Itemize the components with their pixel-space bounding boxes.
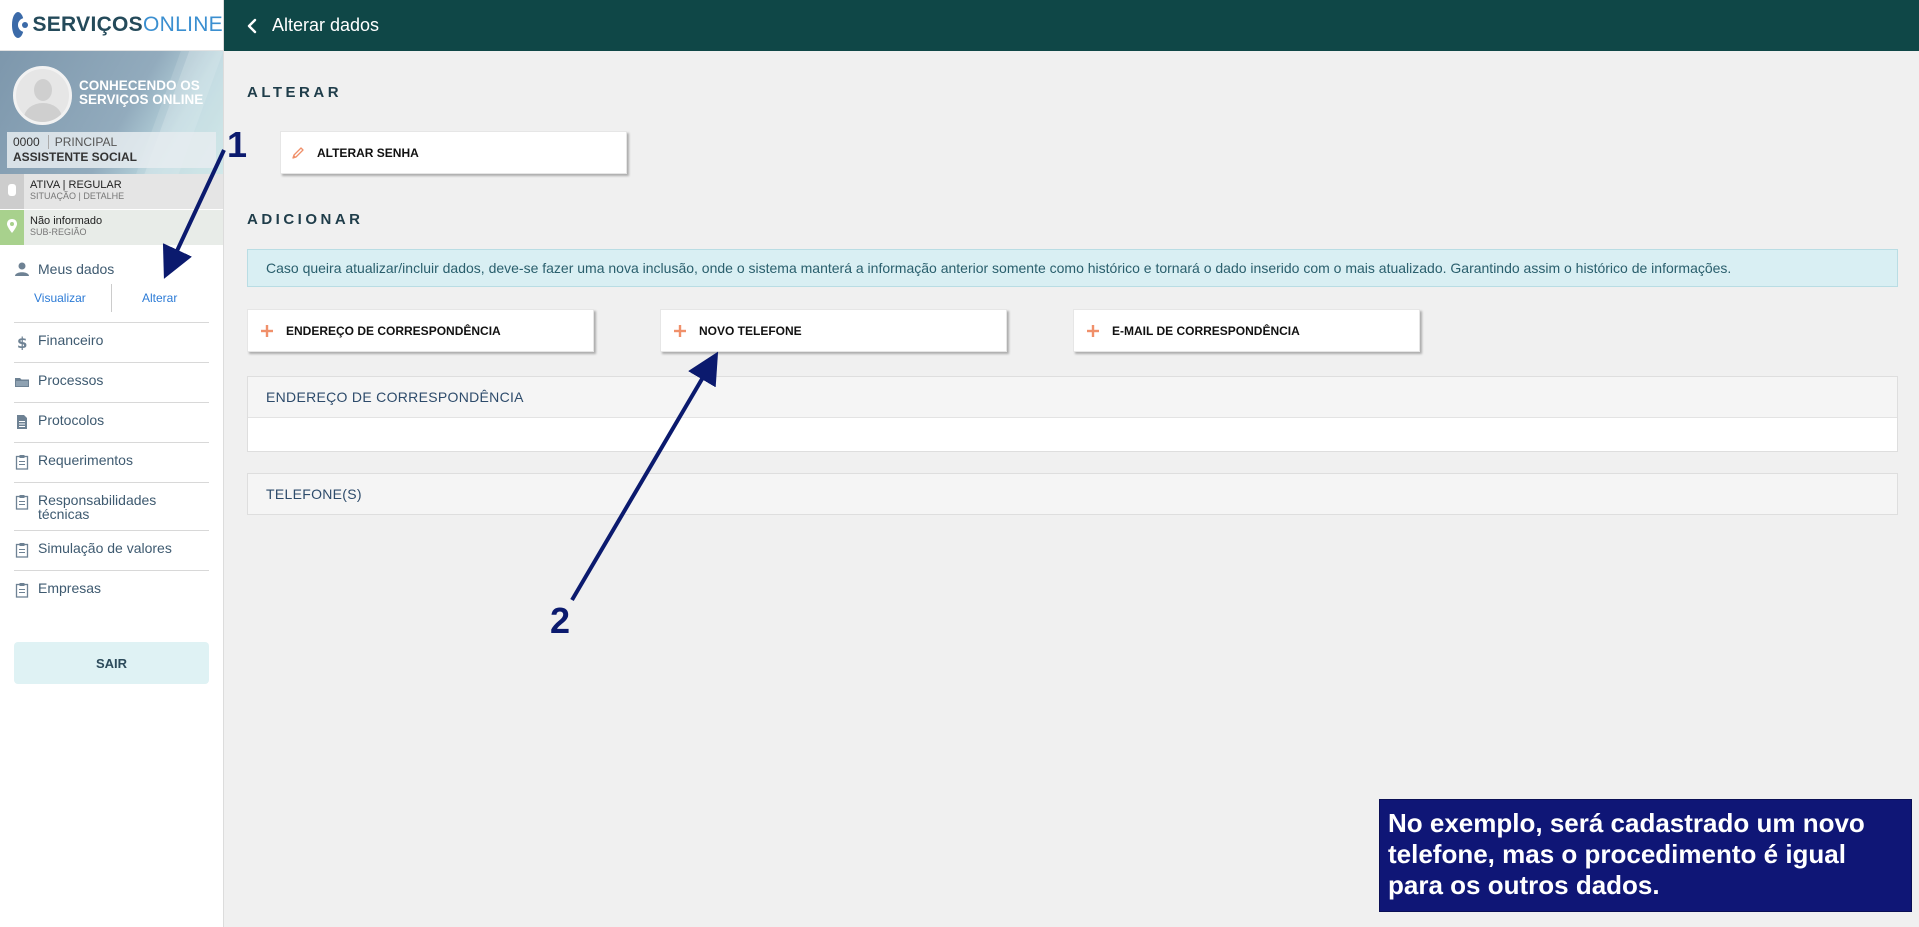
phone-panel: TELEFONE(S) [247,473,1898,515]
pencil-icon [292,146,304,159]
region-value: Não informado [30,215,103,227]
logo-text: SERVIÇOSONLINE [32,13,223,36]
annotation-number-1: 1 [227,124,248,165]
logout-button[interactable]: SAIR [14,642,209,684]
annotation-note: No exemplo, será cadastrado um novo tele… [1379,799,1912,912]
sidebar-item-empresas[interactable]: Empresas [14,570,209,610]
dollar-icon: $ [17,334,27,350]
profile-code: 0000 [13,135,49,149]
situation-value: ATIVA | REGULAR [30,179,122,191]
clipboard-icon [15,543,29,558]
logo-bar[interactable]: SERVIÇOSONLINE [0,0,223,51]
info-alert: Caso queira atualizar/incluir dados, dev… [247,249,1898,287]
logo-icon [12,12,33,38]
sidebar-item-requerimentos[interactable]: Requerimentos [14,442,209,482]
address-panel: ENDEREÇO DE CORRESPONDÊNCIA [247,376,1898,452]
meus-dados-sublinks: Visualizar Alterar [14,284,209,312]
page-title: Alterar dados [272,15,380,35]
user-icon [15,262,29,276]
avatar [13,66,72,125]
situation-label: SITUAÇÃO | DETALHE [30,191,125,201]
change-password-button[interactable]: ALTERAR SENHA [280,131,627,174]
status-situation: ATIVA | REGULAR SITUAÇÃO | DETALHE [0,174,223,210]
sidebar-item-processos[interactable]: Processos [14,362,209,402]
region-label: SUB-REGIÃO [30,227,87,237]
annotation-number-2: 2 [550,600,571,641]
phone-panel-title: TELEFONE(S) [248,474,1897,514]
top-bar: Alterar dados [224,0,1919,51]
folder-icon [15,378,29,387]
profile-card: CONHECENDO OS SERVIÇOS ONLINE 0000 PRINCI… [0,51,223,174]
plus-icon [1087,324,1099,337]
sidebar: SERVIÇOSONLINE CONHECENDO OS SERVIÇOS ON… [0,0,224,927]
profile-type: PRINCIPAL [54,135,118,149]
sidebar-nav: Meus dados Visualizar Alterar $ Financei… [0,246,223,610]
clipboard-icon [15,583,29,598]
location-pin-icon [7,219,17,233]
profile-info: 0000 PRINCIPAL ASSISTENTE SOCIAL [7,132,216,168]
svg-text:$: $ [17,334,27,350]
sidebar-item-simulacao-de-valores[interactable]: Simulação de valores [14,530,209,570]
profile-title: CONHECENDO OS SERVIÇOS ONLINE [79,78,204,107]
clipboard-icon [15,495,29,510]
address-panel-title: ENDEREÇO DE CORRESPONDÊNCIA [248,377,1897,417]
plus-icon [261,324,273,337]
main-content: ALTERAR ALTERAR SENHA ADICIONAR Caso que… [224,51,1919,927]
link-visualizar[interactable]: Visualizar [14,284,112,312]
thumb-icon [8,184,16,196]
document-icon [17,415,27,429]
profile-role: ASSISTENTE SOCIAL [13,150,138,164]
section-title-alterar: ALTERAR [247,84,343,101]
address-panel-body [248,417,1897,451]
section-title-adicionar: ADICIONAR [247,211,364,228]
sidebar-item-responsabilidades-tecnicas[interactable]: Responsabilidades técnicas [14,482,209,530]
clipboard-icon [15,455,29,470]
link-alterar[interactable]: Alterar [112,284,177,312]
add-email-button[interactable]: E-MAIL DE CORRESPONDÊNCIA [1073,309,1420,352]
chevron-left-icon[interactable] [244,17,262,35]
sidebar-item-financeiro[interactable]: $ Financeiro [14,322,209,362]
plus-icon [674,324,686,337]
add-address-button[interactable]: ENDEREÇO DE CORRESPONDÊNCIA [247,309,594,352]
status-region: Não informado SUB-REGIÃO [0,210,223,246]
sidebar-item-protocolos[interactable]: Protocolos [14,402,209,442]
sidebar-item-meus-dados[interactable]: Meus dados [14,258,209,280]
add-phone-button[interactable]: NOVO TELEFONE [660,309,1007,352]
